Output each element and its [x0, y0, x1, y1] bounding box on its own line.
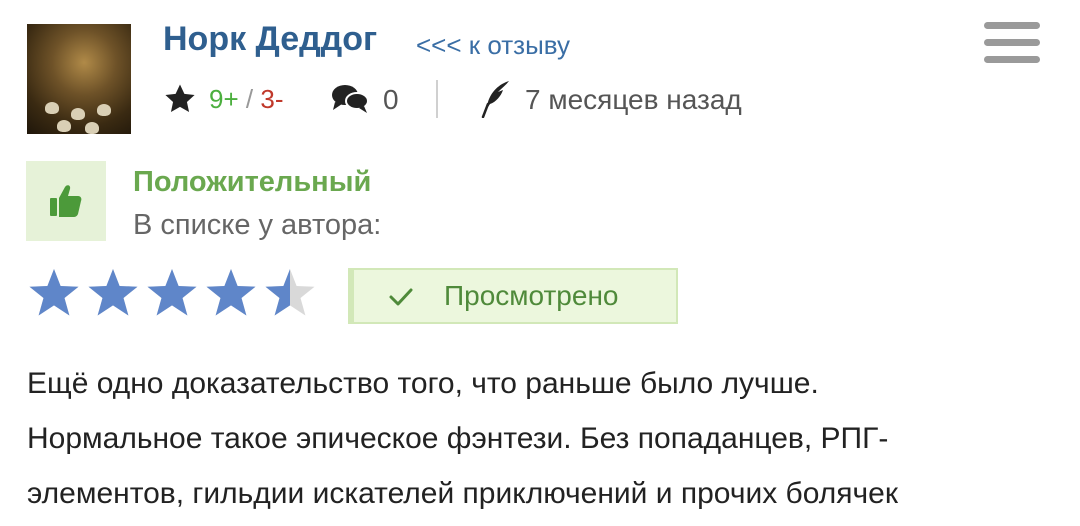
back-to-review-link[interactable]: <<< к отзыву: [416, 30, 570, 61]
time-ago: 7 месяцев назад: [525, 84, 742, 115]
review-text-line: Нормальное такое эпическое фэнтези. Без …: [27, 422, 889, 455]
review-text-line: Ещё одно доказательство того, что раньше…: [27, 367, 819, 400]
positive-rating-badge: [26, 161, 106, 241]
user-avatar[interactable]: [27, 24, 131, 134]
author-list-label: В списке у автора:: [133, 209, 382, 241]
viewed-label: Просмотрено: [444, 280, 619, 311]
review-meta: 9+ / 3- 0 7 месяцев назад: [163, 80, 863, 120]
review-text-line: элементов, гильдии искателей приключений…: [27, 477, 898, 510]
username[interactable]: Норк Деддог: [163, 20, 377, 59]
thumbs-up-icon: [50, 185, 82, 217]
star-icon[interactable]: [163, 82, 197, 116]
checkmark-icon: [389, 288, 413, 306]
comments-count: 0: [383, 84, 399, 115]
hamburger-menu-icon[interactable]: [984, 22, 1040, 64]
meta-divider: [436, 80, 438, 118]
review-text: Ещё одно доказательство того, что раньше…: [27, 356, 1057, 521]
viewed-badge[interactable]: Просмотрено: [348, 268, 678, 324]
rating-star-icon: [147, 269, 197, 316]
rating-star-icon: [88, 269, 138, 316]
comments-icon[interactable]: [331, 83, 369, 115]
star-rating: [26, 267, 316, 323]
rating-star-icon: [29, 269, 79, 316]
quill-icon: [481, 81, 509, 118]
vote-counts: 9+ / 3-: [209, 84, 283, 115]
review-rating-type: Положительный: [133, 166, 372, 198]
votes-minus[interactable]: 3-: [260, 84, 283, 114]
rating-star-icon: [206, 269, 256, 316]
votes-separator: /: [245, 84, 254, 114]
votes-plus[interactable]: 9+: [209, 84, 239, 114]
rating-star-icon: [265, 269, 315, 316]
